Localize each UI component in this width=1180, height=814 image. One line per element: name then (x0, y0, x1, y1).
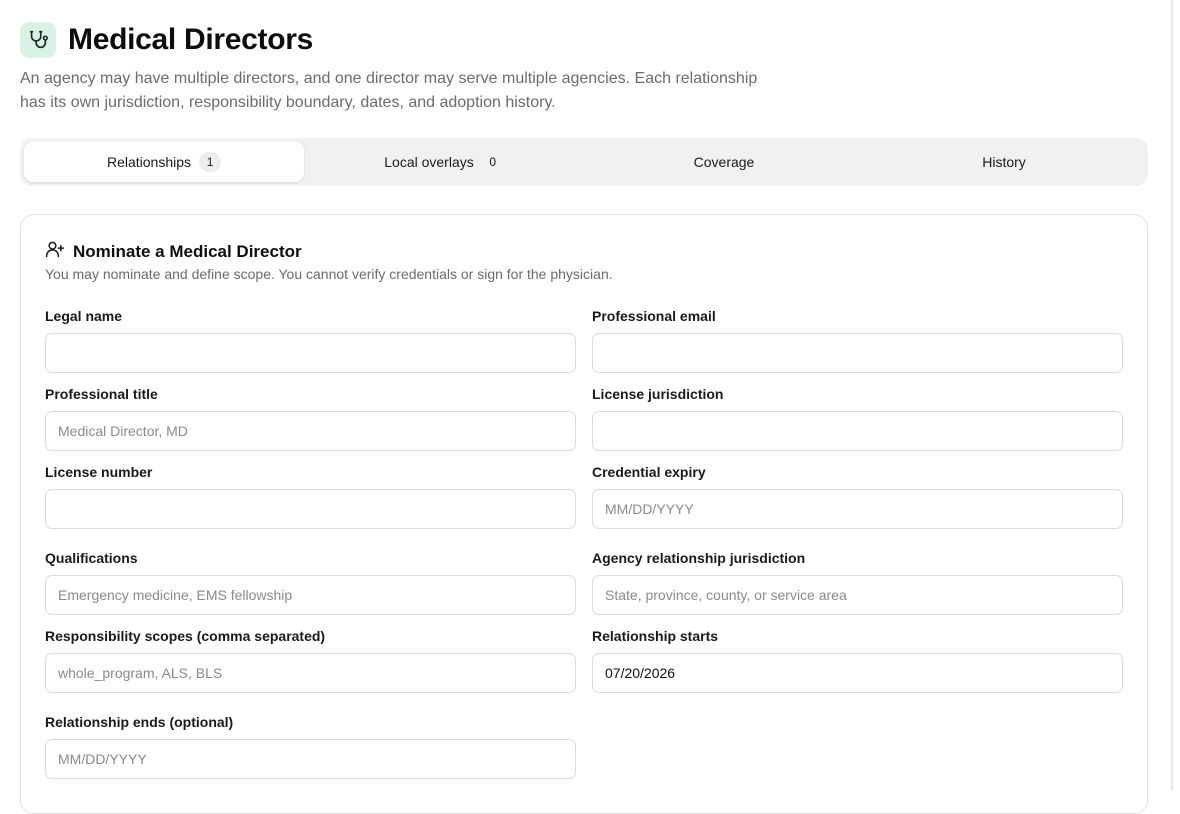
legal-name-input[interactable] (45, 333, 576, 373)
field-label: Professional title (45, 386, 158, 402)
nominate-director-card: Nominate a Medical Director You may nomi… (20, 214, 1148, 814)
relationship-starts-input[interactable] (592, 653, 1123, 693)
license-number-field: License number (45, 463, 576, 529)
field-label: Professional email (592, 308, 716, 324)
stethoscope-icon (20, 22, 56, 58)
legal-name-field: Legal name (45, 307, 576, 373)
card-subtitle: You may nominate and define scope. You c… (45, 266, 613, 282)
tab-label: Relationships (106, 154, 192, 170)
qualifications-field: Qualifications (45, 549, 576, 615)
title-row: Medical Directors (20, 22, 820, 58)
license-jurisdiction-field: License jurisdiction (592, 385, 1123, 451)
tab-label: Local overlays (384, 154, 474, 170)
responsibility-scopes-field: Responsibility scopes (comma separated) (45, 627, 576, 693)
page-scrollbar[interactable] (1171, 0, 1173, 790)
tab-label: History (982, 154, 1026, 170)
professional-title-input[interactable] (45, 411, 576, 451)
license-jurisdiction-input[interactable] (592, 411, 1123, 451)
field-label: Relationship ends (optional) (45, 714, 234, 730)
relationship-ends-field: Relationship ends (optional) (45, 713, 576, 779)
relationship-ends-input[interactable] (45, 739, 576, 779)
tab-history[interactable]: History (864, 142, 1144, 182)
tab-relationships[interactable]: Relationships 1 (24, 142, 304, 182)
field-label: Credential expiry (592, 464, 706, 480)
responsibility-scopes-input[interactable] (45, 653, 576, 693)
page-title: Medical Directors (68, 23, 313, 56)
tab-label: Coverage (693, 154, 755, 170)
page-header: Medical Directors An agency may have mul… (20, 22, 820, 115)
relationship-starts-field: Relationship starts (592, 627, 1123, 693)
count-badge: 1 (199, 152, 222, 172)
user-plus-icon (45, 239, 65, 264)
license-number-input[interactable] (45, 489, 576, 529)
field-label: Agency relationship jurisdiction (592, 550, 806, 566)
agency-jurisdiction-field: Agency relationship jurisdiction (592, 549, 1123, 615)
field-label: Responsibility scopes (comma separated) (45, 628, 326, 644)
field-label: License jurisdiction (592, 386, 724, 402)
professional-email-input[interactable] (592, 333, 1123, 373)
count-badge: 0 (489, 155, 497, 169)
card-title: Nominate a Medical Director (73, 241, 302, 261)
field-label: License number (45, 464, 153, 480)
field-label: Legal name (45, 308, 123, 324)
credential-expiry-field: Credential expiry (592, 463, 1123, 529)
tab-bar: Relationships 1 Local overlays 0 Coverag… (20, 138, 1148, 186)
card-header: Nominate a Medical Director (45, 239, 302, 264)
agency-jurisdiction-input[interactable] (592, 575, 1123, 615)
tab-local-overlays[interactable]: Local overlays 0 (304, 142, 584, 182)
qualifications-input[interactable] (45, 575, 576, 615)
professional-email-field: Professional email (592, 307, 1123, 373)
tab-coverage[interactable]: Coverage (584, 142, 864, 182)
professional-title-field: Professional title (45, 385, 576, 451)
field-label: Relationship starts (592, 628, 719, 644)
page-description: An agency may have multiple directors, a… (20, 70, 758, 111)
field-label: Qualifications (45, 550, 138, 566)
credential-expiry-input[interactable] (592, 489, 1123, 529)
